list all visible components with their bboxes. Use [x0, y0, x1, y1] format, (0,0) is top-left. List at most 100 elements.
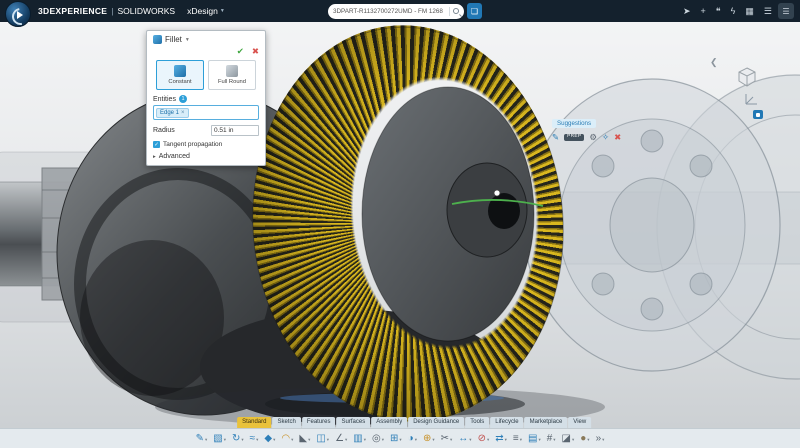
- tag-button[interactable]: ❏: [467, 3, 482, 19]
- chip-label: Edge 1: [160, 110, 179, 116]
- brand-3dexperience: 3DEXPERIENCE: [38, 6, 107, 16]
- tab-surfaces[interactable]: Surfaces: [337, 417, 371, 428]
- offset-icon[interactable]: ≡ ▾: [513, 434, 522, 444]
- bottom-toolbar: ✎ ▾ ▧ ▾ ↻ ▾ ≈ ▾ ◆ ▾ ◠ ▾ ◣ ▾: [0, 428, 800, 448]
- chip-remove-icon[interactable]: ×: [181, 110, 185, 116]
- add-icon[interactable]: +: [701, 7, 706, 16]
- chamfer-icon[interactable]: ◣ ▾: [299, 434, 310, 444]
- tangent-checkbox[interactable]: ✓: [153, 141, 160, 148]
- loft-icon[interactable]: ◆ ▾: [264, 434, 275, 444]
- radius-label: Radius: [153, 127, 175, 134]
- hamburger-icon: ☰: [782, 7, 789, 16]
- sketch-icon[interactable]: ✎ ▾: [196, 434, 208, 444]
- bolt-icon[interactable]: ϟ: [731, 7, 736, 16]
- fillet-icon[interactable]: ◠ ▾: [281, 434, 293, 444]
- entities-label: Entities: [153, 96, 176, 103]
- chat-icon[interactable]: ❝: [716, 7, 721, 16]
- tab-view[interactable]: View: [568, 417, 591, 428]
- dialog-actions: ✔ ✖: [153, 46, 259, 57]
- prep-badge[interactable]: PREP: [564, 134, 584, 141]
- entities-count-badge: 1: [179, 95, 187, 103]
- settings-gear-icon[interactable]: ⚙: [589, 133, 597, 142]
- dialog-title: Fillet: [165, 35, 182, 44]
- quick-selection-icon[interactable]: [753, 110, 763, 119]
- brand-divider: |: [111, 6, 113, 16]
- view-cube[interactable]: [736, 66, 758, 88]
- tangent-propagation-row: ✓ Tangent propagation: [153, 141, 259, 148]
- option-constant[interactable]: Constant: [156, 60, 204, 90]
- close-icon[interactable]: ✖: [614, 133, 621, 142]
- confirm-button[interactable]: ✔: [237, 46, 244, 57]
- search-pill[interactable]: [328, 4, 464, 19]
- tab-assembly[interactable]: Assembly: [371, 417, 407, 428]
- sweep-icon[interactable]: ≈ ▾: [250, 434, 259, 444]
- advanced-row[interactable]: ▸ Advanced: [153, 153, 259, 160]
- action-bar-tabs: StandardSketchFeaturesSurfacesAssemblyDe…: [237, 417, 591, 428]
- top-bar: 3DEXPERIENCE | SOLIDWORKS xDesign ▼ ❏ ➤ +…: [0, 0, 800, 22]
- scene-front: [0, 22, 800, 428]
- radius-row: Radius: [153, 125, 259, 136]
- tab-lifecycle[interactable]: Lifecycle: [490, 417, 523, 428]
- section-icon[interactable]: ◪ ▾: [562, 434, 575, 444]
- tab-features[interactable]: Features: [302, 417, 336, 428]
- suggestions-icons: ✎ PREP ⚙ ✧ ✖: [552, 133, 621, 142]
- split-icon[interactable]: ✂ ▾: [441, 434, 453, 444]
- move-face-icon[interactable]: ↔ ▾: [458, 434, 471, 444]
- boolean-icon[interactable]: ⊕ ▾: [423, 434, 435, 444]
- hub-hole[interactable]: [488, 193, 520, 229]
- topbar-icons: ➤ + ❝ ϟ ▦ ☰: [683, 0, 772, 22]
- hole-icon[interactable]: ◎ ▾: [372, 434, 384, 444]
- apps-grid-icon[interactable]: ▦: [745, 7, 754, 16]
- fillet-dialog: Fillet ▼ ✔ ✖ Constant Full Round Entitie…: [146, 30, 266, 166]
- replace-face-icon[interactable]: ⇄ ▾: [495, 434, 507, 444]
- 3ds-compass-logo[interactable]: [5, 1, 31, 27]
- fillet-dialog-header: Fillet ▼: [153, 35, 259, 44]
- entities-selection-box[interactable]: Edge 1 ×: [153, 105, 259, 120]
- collapse-panel-chevron[interactable]: ❮: [710, 57, 718, 68]
- search-icon[interactable]: [453, 8, 459, 14]
- brand-solidworks: SOLIDWORKS: [117, 6, 175, 16]
- chevron-down-icon[interactable]: ▼: [185, 37, 190, 43]
- menu-icon[interactable]: ☰: [764, 7, 772, 16]
- share-icon[interactable]: ➤: [683, 7, 691, 16]
- rib-icon[interactable]: ▥ ▾: [353, 434, 366, 444]
- pattern-icon[interactable]: ⊞ ▾: [390, 434, 402, 444]
- selection-chip[interactable]: Edge 1 ×: [156, 108, 189, 118]
- more-tools-icon[interactable]: » ▾: [596, 434, 605, 444]
- shell-icon[interactable]: ◫ ▾: [316, 434, 329, 444]
- radius-input[interactable]: [211, 125, 259, 136]
- appearance-icon[interactable]: ● ▾: [580, 434, 589, 444]
- mirror-icon[interactable]: ◑ ▾: [408, 434, 417, 444]
- full-round-fillet-icon: [226, 65, 238, 77]
- thicken-icon[interactable]: ▤ ▾: [528, 434, 541, 444]
- expander-icon: ▸: [153, 154, 156, 160]
- profile-menu-button[interactable]: ☰: [778, 3, 794, 19]
- measure-icon[interactable]: # ▾: [547, 434, 556, 444]
- revolve-icon[interactable]: ↻ ▾: [232, 434, 244, 444]
- edge-midpoint-handle[interactable]: [494, 190, 500, 196]
- tab-sketch[interactable]: Sketch: [272, 417, 300, 428]
- chevron-down-icon: ▼: [220, 8, 225, 14]
- app-switcher[interactable]: xDesign ▼: [187, 6, 225, 16]
- option-full-round[interactable]: Full Round: [208, 60, 256, 90]
- tangent-label: Tangent propagation: [163, 141, 222, 148]
- prep-sketch-icon[interactable]: ✎: [552, 133, 559, 142]
- idea-icon[interactable]: ✧: [602, 133, 609, 142]
- option-label: Constant: [168, 79, 191, 85]
- viewport-3d[interactable]: [0, 22, 800, 428]
- axis-triad-icon[interactable]: [742, 92, 760, 107]
- tab-standard[interactable]: Standard: [237, 417, 271, 428]
- fillet-type-options: Constant Full Round: [153, 60, 259, 90]
- search-input[interactable]: [333, 8, 446, 15]
- tab-marketplace[interactable]: Marketplace: [525, 417, 568, 428]
- tab-tools[interactable]: Tools: [465, 417, 489, 428]
- draft-icon[interactable]: ∠ ▾: [335, 434, 347, 444]
- fillet-icon: [153, 35, 162, 44]
- search-divider: [449, 7, 450, 16]
- cancel-button[interactable]: ✖: [252, 46, 259, 57]
- advanced-label: Advanced: [159, 153, 190, 160]
- tab-design-guidance[interactable]: Design Guidance: [408, 417, 464, 428]
- extrude-icon[interactable]: ▧ ▾: [213, 434, 226, 444]
- delete-face-icon[interactable]: ⊘ ▾: [478, 434, 490, 444]
- suggestions-popup: Suggestions ✎PREP⚙✧✖: [552, 112, 621, 142]
